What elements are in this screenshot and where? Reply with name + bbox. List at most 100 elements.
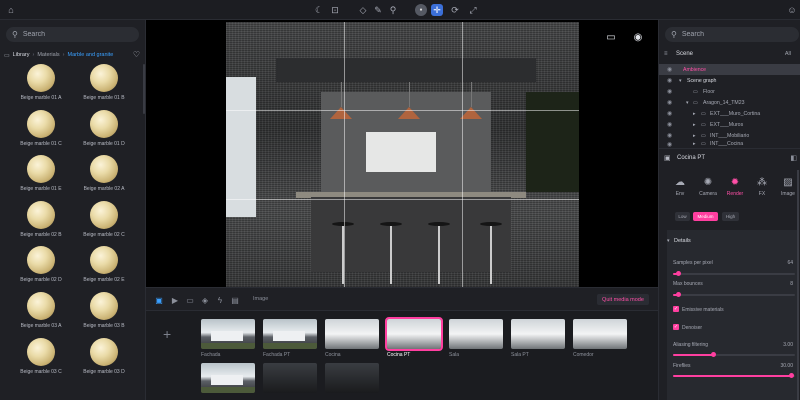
quality-low-button[interactable]: Low bbox=[675, 212, 690, 221]
rotate-tool-icon[interactable]: ⟳ bbox=[449, 4, 461, 16]
tab-camera[interactable]: ✺ Camera bbox=[694, 177, 722, 197]
visibility-icon[interactable]: ◉ bbox=[667, 77, 672, 84]
image-mode-icon[interactable]: ▣ bbox=[154, 295, 164, 305]
bounces-slider[interactable] bbox=[673, 292, 795, 297]
panel-toggle-icon[interactable]: ◧ bbox=[790, 154, 797, 162]
layout-icon[interactable]: ⊡ bbox=[329, 4, 341, 16]
view-thumbnail[interactable] bbox=[201, 363, 255, 393]
breadcrumb-current[interactable]: Marble and granite bbox=[67, 52, 113, 58]
visibility-icon[interactable]: ◉ bbox=[667, 88, 672, 95]
view-thumbnail[interactable] bbox=[263, 363, 317, 393]
view-thumbnail[interactable]: Comedor bbox=[573, 319, 627, 358]
material-item[interactable]: Beige marble 03 C bbox=[8, 337, 74, 375]
caret-down-icon[interactable]: ▾ bbox=[667, 238, 670, 244]
favorite-icon[interactable]: ♡ bbox=[133, 50, 140, 59]
filtering-value[interactable]: 3.00 bbox=[783, 342, 793, 348]
breadcrumb-library[interactable]: Library bbox=[13, 52, 30, 58]
scale-tool-icon[interactable]: ⤢ bbox=[467, 4, 479, 16]
video-mode-icon[interactable]: ▶ bbox=[170, 295, 180, 305]
moon-icon[interactable]: ☾ bbox=[313, 4, 325, 16]
tree-item[interactable]: ◉ ▸ ▭ EXT___Muros bbox=[659, 119, 800, 130]
material-item[interactable]: Beige marble 01 A bbox=[8, 64, 74, 101]
material-item[interactable]: Beige marble 02 D bbox=[8, 246, 74, 283]
brush-icon[interactable]: ✎ bbox=[372, 4, 384, 16]
picker-icon[interactable]: ⚲ bbox=[387, 4, 399, 16]
emissive-checkbox[interactable]: ✓ bbox=[673, 306, 679, 312]
denoiser-checkbox[interactable]: ✓ bbox=[673, 324, 679, 330]
quit-media-mode-button[interactable]: Quit media mode bbox=[597, 294, 649, 305]
eye-icon[interactable]: ◉ bbox=[631, 31, 645, 43]
panorama-icon[interactable]: ▭ bbox=[185, 295, 195, 305]
tree-item[interactable]: ◉ ▸ ▭ INT___Cocina bbox=[659, 140, 800, 148]
material-item[interactable]: Beige marble 01 B bbox=[74, 64, 134, 101]
library-search-input[interactable] bbox=[22, 31, 123, 38]
quality-medium-button[interactable]: Medium bbox=[693, 212, 718, 221]
move-tool-icon[interactable]: ✛ bbox=[431, 4, 443, 16]
samples-value[interactable]: 64 bbox=[787, 260, 793, 266]
tree-item-ambience[interactable]: ◉ Ambience bbox=[659, 64, 800, 75]
caret-right-icon[interactable]: ▸ bbox=[693, 133, 696, 139]
library-scrollbar[interactable] bbox=[143, 64, 145, 114]
visibility-icon[interactable]: ◉ bbox=[667, 141, 672, 148]
breadcrumb-materials[interactable]: Materials bbox=[37, 52, 59, 58]
tab-fx[interactable]: ⁂ FX bbox=[748, 177, 776, 197]
scene-search[interactable]: ⚲ bbox=[665, 27, 799, 42]
view-thumbnail[interactable] bbox=[325, 363, 379, 393]
user-icon[interactable]: ☺ bbox=[786, 4, 798, 16]
caret-right-icon[interactable]: ▸ bbox=[693, 111, 696, 117]
tree-item[interactable]: ◉ ▾ ▭ Aragon_14_TM23 bbox=[659, 97, 800, 108]
avatar-icon[interactable]: ● bbox=[415, 4, 427, 16]
scene-filter-select[interactable]: All bbox=[785, 51, 791, 57]
fireflies-value[interactable]: 30.00 bbox=[780, 363, 793, 369]
shapes-icon[interactable]: ◇ bbox=[357, 4, 369, 16]
caret-right-icon[interactable]: ▸ bbox=[693, 122, 696, 128]
details-heading[interactable]: Details bbox=[674, 238, 691, 244]
material-item[interactable]: Beige marble 02 A bbox=[74, 155, 134, 192]
view-thumbnail[interactable]: Sala bbox=[449, 319, 503, 358]
render-viewport[interactable]: ▭ ◉ bbox=[146, 20, 658, 287]
material-item[interactable]: Beige marble 03 D bbox=[74, 337, 134, 375]
material-item[interactable]: Beige marble 01 D bbox=[74, 109, 134, 147]
fireflies-slider[interactable] bbox=[673, 373, 795, 378]
view-thumbnail[interactable]: Sala PT bbox=[511, 319, 565, 358]
home-icon[interactable]: ⌂ bbox=[5, 4, 17, 16]
layers-icon[interactable]: ◈ bbox=[200, 295, 210, 305]
material-item[interactable]: Beige marble 03 B bbox=[74, 291, 134, 329]
frame-icon[interactable]: ▭ bbox=[604, 31, 618, 43]
bounces-value[interactable]: 8 bbox=[790, 281, 793, 287]
visibility-icon[interactable]: ◉ bbox=[667, 110, 672, 117]
tab-render[interactable]: ✹ Render bbox=[721, 177, 749, 197]
view-thumbnail[interactable]: Cocina bbox=[325, 319, 379, 358]
caret-right-icon[interactable]: ▸ bbox=[693, 141, 696, 147]
scene-search-input[interactable] bbox=[681, 31, 782, 38]
visibility-icon[interactable]: ◉ bbox=[667, 66, 672, 73]
material-item[interactable]: Beige marble 02 B bbox=[8, 200, 74, 238]
scene-scrollbar[interactable] bbox=[797, 170, 799, 400]
samples-slider[interactable] bbox=[673, 271, 795, 276]
material-item[interactable]: Beige marble 01 C bbox=[8, 109, 74, 147]
material-item[interactable]: Beige marble 03 A bbox=[8, 291, 74, 329]
tab-env[interactable]: ☁ Env bbox=[666, 177, 694, 197]
quality-high-button[interactable]: High bbox=[722, 212, 739, 221]
view-thumbnail-selected[interactable]: Cocina PT bbox=[385, 317, 443, 358]
material-item[interactable]: Beige marble 02 C bbox=[74, 200, 134, 238]
view-thumbnail[interactable]: Fachada PT bbox=[263, 319, 317, 358]
material-item[interactable]: Beige marble 02 E bbox=[74, 246, 134, 283]
lightning-icon[interactable]: ϟ bbox=[215, 295, 225, 305]
view-thumbnail[interactable]: Fachada bbox=[201, 319, 255, 358]
visibility-icon[interactable]: ◉ bbox=[667, 121, 672, 128]
filtering-label: Aliasing filtering bbox=[673, 342, 709, 348]
caret-down-icon[interactable]: ▾ bbox=[679, 78, 682, 84]
render-preview[interactable] bbox=[226, 22, 579, 287]
trash-icon[interactable]: ▤ bbox=[230, 295, 240, 305]
tree-item-scene-graph[interactable]: ◉ ▾ Scene graph bbox=[659, 75, 800, 86]
material-item[interactable]: Beige marble 01 E bbox=[8, 155, 74, 192]
add-view-button[interactable]: + bbox=[163, 326, 171, 342]
visibility-icon[interactable]: ◉ bbox=[667, 132, 672, 139]
tree-item[interactable]: ◉ ▸ ▭ EXT___Muro_Cortina bbox=[659, 108, 800, 119]
caret-down-icon[interactable]: ▾ bbox=[686, 100, 689, 106]
library-search[interactable]: ⚲ bbox=[6, 27, 139, 42]
filtering-slider[interactable] bbox=[673, 352, 795, 357]
tree-item[interactable]: ◉ ▭ Floor bbox=[659, 86, 800, 97]
visibility-icon[interactable]: ◉ bbox=[667, 99, 672, 106]
